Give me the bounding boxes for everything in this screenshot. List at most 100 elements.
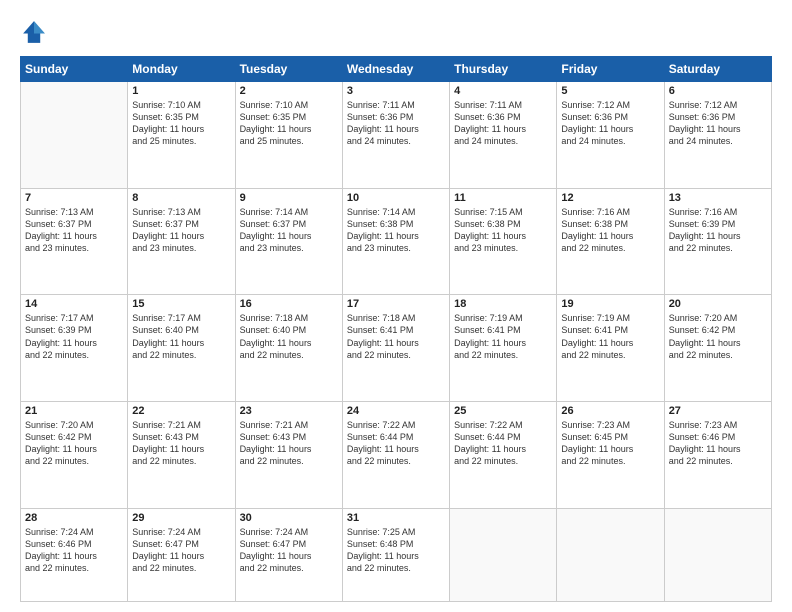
calendar-cell: 6 Sunrise: 7:12 AM Sunset: 6:36 PM Daylig…	[664, 82, 771, 189]
day-number: 24	[347, 405, 445, 417]
cell-info: Sunrise: 7:13 AM Sunset: 6:37 PM Dayligh…	[132, 206, 230, 255]
day-number: 1	[132, 85, 230, 97]
day-number: 21	[25, 405, 123, 417]
week-row-1: 1 Sunrise: 7:10 AM Sunset: 6:35 PM Daylig…	[21, 82, 772, 189]
cell-info: Sunrise: 7:12 AM Sunset: 6:36 PM Dayligh…	[561, 99, 659, 148]
cell-info: Sunrise: 7:13 AM Sunset: 6:37 PM Dayligh…	[25, 206, 123, 255]
calendar-cell: 21 Sunrise: 7:20 AM Sunset: 6:42 PM Dayli…	[21, 401, 128, 508]
calendar-cell	[450, 508, 557, 601]
calendar-cell: 29Sunrise: 7:24 AM Sunset: 6:47 PM Dayli…	[128, 508, 235, 601]
calendar-cell: 7 Sunrise: 7:13 AM Sunset: 6:37 PM Daylig…	[21, 188, 128, 295]
col-header-monday: Monday	[128, 57, 235, 82]
logo-icon	[20, 18, 48, 46]
cell-info: Sunrise: 7:18 AM Sunset: 6:41 PM Dayligh…	[347, 312, 445, 361]
day-number: 18	[454, 298, 552, 310]
cell-info: Sunrise: 7:23 AM Sunset: 6:45 PM Dayligh…	[561, 419, 659, 468]
day-number: 2	[240, 85, 338, 97]
cell-info: Sunrise: 7:22 AM Sunset: 6:44 PM Dayligh…	[454, 419, 552, 468]
calendar-cell: 9 Sunrise: 7:14 AM Sunset: 6:37 PM Daylig…	[235, 188, 342, 295]
cell-info: Sunrise: 7:12 AM Sunset: 6:36 PM Dayligh…	[669, 99, 767, 148]
calendar-cell: 19Sunrise: 7:19 AM Sunset: 6:41 PM Dayli…	[557, 295, 664, 402]
cell-info: Sunrise: 7:21 AM Sunset: 6:43 PM Dayligh…	[240, 419, 338, 468]
logo	[20, 18, 52, 46]
day-number: 31	[347, 512, 445, 524]
calendar-cell: 28 Sunrise: 7:24 AM Sunset: 6:46 PM Dayli…	[21, 508, 128, 601]
calendar-cell: 30Sunrise: 7:24 AM Sunset: 6:47 PM Dayli…	[235, 508, 342, 601]
calendar-cell: 13Sunrise: 7:16 AM Sunset: 6:39 PM Dayli…	[664, 188, 771, 295]
col-header-friday: Friday	[557, 57, 664, 82]
day-number: 27	[669, 405, 767, 417]
cell-info: Sunrise: 7:11 AM Sunset: 6:36 PM Dayligh…	[347, 99, 445, 148]
cell-info: Sunrise: 7:24 AM Sunset: 6:47 PM Dayligh…	[132, 526, 230, 575]
day-number: 23	[240, 405, 338, 417]
cell-info: Sunrise: 7:16 AM Sunset: 6:39 PM Dayligh…	[669, 206, 767, 255]
header-row: SundayMondayTuesdayWednesdayThursdayFrid…	[21, 57, 772, 82]
day-number: 11	[454, 192, 552, 204]
cell-info: Sunrise: 7:16 AM Sunset: 6:38 PM Dayligh…	[561, 206, 659, 255]
calendar-cell: 15Sunrise: 7:17 AM Sunset: 6:40 PM Dayli…	[128, 295, 235, 402]
day-number: 10	[347, 192, 445, 204]
calendar-cell: 12 Sunrise: 7:16 AM Sunset: 6:38 PM Dayli…	[557, 188, 664, 295]
cell-info: Sunrise: 7:10 AM Sunset: 6:35 PM Dayligh…	[132, 99, 230, 148]
day-number: 22	[132, 405, 230, 417]
calendar-cell	[557, 508, 664, 601]
day-number: 30	[240, 512, 338, 524]
day-number: 26	[561, 405, 659, 417]
calendar-cell: 11 Sunrise: 7:15 AM Sunset: 6:38 PM Dayli…	[450, 188, 557, 295]
calendar-cell: 14Sunrise: 7:17 AM Sunset: 6:39 PM Dayli…	[21, 295, 128, 402]
calendar-cell: 27 Sunrise: 7:23 AM Sunset: 6:46 PM Dayli…	[664, 401, 771, 508]
col-header-wednesday: Wednesday	[342, 57, 449, 82]
week-row-2: 7 Sunrise: 7:13 AM Sunset: 6:37 PM Daylig…	[21, 188, 772, 295]
col-header-tuesday: Tuesday	[235, 57, 342, 82]
cell-info: Sunrise: 7:17 AM Sunset: 6:39 PM Dayligh…	[25, 312, 123, 361]
calendar-cell: 20 Sunrise: 7:20 AM Sunset: 6:42 PM Dayli…	[664, 295, 771, 402]
day-number: 3	[347, 85, 445, 97]
calendar-cell: 8 Sunrise: 7:13 AM Sunset: 6:37 PM Daylig…	[128, 188, 235, 295]
day-number: 4	[454, 85, 552, 97]
week-row-5: 28 Sunrise: 7:24 AM Sunset: 6:46 PM Dayli…	[21, 508, 772, 601]
calendar-cell: 16 Sunrise: 7:18 AM Sunset: 6:40 PM Dayli…	[235, 295, 342, 402]
cell-info: Sunrise: 7:14 AM Sunset: 6:37 PM Dayligh…	[240, 206, 338, 255]
week-row-4: 21 Sunrise: 7:20 AM Sunset: 6:42 PM Dayli…	[21, 401, 772, 508]
day-number: 28	[25, 512, 123, 524]
day-number: 19	[561, 298, 659, 310]
calendar-cell: 5 Sunrise: 7:12 AM Sunset: 6:36 PM Daylig…	[557, 82, 664, 189]
calendar-table: SundayMondayTuesdayWednesdayThursdayFrid…	[20, 56, 772, 602]
calendar-cell: 24 Sunrise: 7:22 AM Sunset: 6:44 PM Dayli…	[342, 401, 449, 508]
calendar-cell: 22Sunrise: 7:21 AM Sunset: 6:43 PM Dayli…	[128, 401, 235, 508]
day-number: 16	[240, 298, 338, 310]
cell-info: Sunrise: 7:23 AM Sunset: 6:46 PM Dayligh…	[669, 419, 767, 468]
calendar-page: SundayMondayTuesdayWednesdayThursdayFrid…	[0, 0, 792, 612]
cell-info: Sunrise: 7:24 AM Sunset: 6:46 PM Dayligh…	[25, 526, 123, 575]
col-header-sunday: Sunday	[21, 57, 128, 82]
day-number: 17	[347, 298, 445, 310]
calendar-cell: 3 Sunrise: 7:11 AM Sunset: 6:36 PM Daylig…	[342, 82, 449, 189]
day-number: 20	[669, 298, 767, 310]
calendar-cell: 26 Sunrise: 7:23 AM Sunset: 6:45 PM Dayli…	[557, 401, 664, 508]
col-header-thursday: Thursday	[450, 57, 557, 82]
calendar-cell: 23 Sunrise: 7:21 AM Sunset: 6:43 PM Dayli…	[235, 401, 342, 508]
day-number: 9	[240, 192, 338, 204]
header	[20, 18, 772, 46]
cell-info: Sunrise: 7:18 AM Sunset: 6:40 PM Dayligh…	[240, 312, 338, 361]
cell-info: Sunrise: 7:20 AM Sunset: 6:42 PM Dayligh…	[669, 312, 767, 361]
calendar-cell: 4Sunrise: 7:11 AM Sunset: 6:36 PM Daylig…	[450, 82, 557, 189]
cell-info: Sunrise: 7:20 AM Sunset: 6:42 PM Dayligh…	[25, 419, 123, 468]
cell-info: Sunrise: 7:10 AM Sunset: 6:35 PM Dayligh…	[240, 99, 338, 148]
calendar-cell: 2 Sunrise: 7:10 AM Sunset: 6:35 PM Daylig…	[235, 82, 342, 189]
day-number: 5	[561, 85, 659, 97]
calendar-cell: 10Sunrise: 7:14 AM Sunset: 6:38 PM Dayli…	[342, 188, 449, 295]
col-header-saturday: Saturday	[664, 57, 771, 82]
day-number: 12	[561, 192, 659, 204]
calendar-cell: 17 Sunrise: 7:18 AM Sunset: 6:41 PM Dayli…	[342, 295, 449, 402]
cell-info: Sunrise: 7:15 AM Sunset: 6:38 PM Dayligh…	[454, 206, 552, 255]
cell-info: Sunrise: 7:19 AM Sunset: 6:41 PM Dayligh…	[454, 312, 552, 361]
week-row-3: 14Sunrise: 7:17 AM Sunset: 6:39 PM Dayli…	[21, 295, 772, 402]
cell-info: Sunrise: 7:25 AM Sunset: 6:48 PM Dayligh…	[347, 526, 445, 575]
calendar-cell: 1 Sunrise: 7:10 AM Sunset: 6:35 PM Daylig…	[128, 82, 235, 189]
day-number: 6	[669, 85, 767, 97]
cell-info: Sunrise: 7:22 AM Sunset: 6:44 PM Dayligh…	[347, 419, 445, 468]
day-number: 15	[132, 298, 230, 310]
day-number: 7	[25, 192, 123, 204]
day-number: 8	[132, 192, 230, 204]
